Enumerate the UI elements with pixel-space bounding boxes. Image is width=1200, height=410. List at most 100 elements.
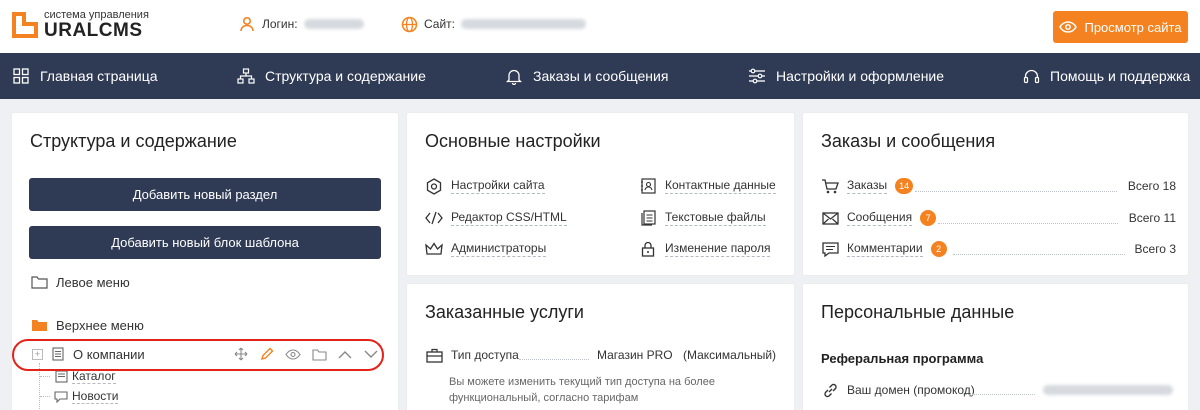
tree-connector [40,375,50,377]
highlight-oval [12,339,384,371]
view-site-button[interactable]: Просмотр сайта [1053,11,1188,43]
referral-domain-row: Ваш домен (промокод) [821,381,975,399]
nav-label: Главная страница [40,68,158,84]
link-change-password[interactable]: Изменение пароля [639,240,771,258]
link-css-editor[interactable]: Редактор CSS/HTML [425,209,567,227]
referral-title: Реферальная программа [821,351,984,366]
access-type-value: Магазин PRO [597,348,673,362]
orders-label: Заказы [847,178,888,194]
logo-mark-icon [12,8,38,42]
comments-badge: 2 [930,241,947,257]
nav-item-home[interactable]: Главная страница [12,53,158,99]
view-site-label: Просмотр сайта [1084,19,1182,35]
access-type-row: Тип доступа [425,346,519,364]
link-label: Настройки сайта [451,178,545,194]
messages-badge: 7 [920,210,937,226]
messages-row[interactable]: Сообщения 7 [821,209,937,227]
crown-icon [425,240,443,258]
text-file-icon [639,209,657,227]
site-label: Сайт: [424,17,456,31]
services-card: Заказанные услуги Тип доступа Магазин PR… [407,284,794,410]
contact-card-icon [639,177,657,195]
access-description-line2: функциональный, согласно тарифам [449,392,639,404]
grid-icon [12,67,30,85]
link-label: Изменение пароля [665,241,771,257]
sitemap-icon [237,67,255,85]
dotted-leader [938,223,1118,224]
tree-connector [40,395,50,397]
briefcase-icon [425,346,443,364]
link-label: Текстовые файлы [665,210,766,226]
orders-total: Всего 18 [1127,179,1176,193]
access-description-line1: Вы можете изменить текущий тип доступа н… [449,376,715,388]
orders-badge: 14 [895,178,914,194]
nav-label: Структура и содержание [265,68,426,84]
chat-icon [54,387,68,405]
nav-label: Заказы и сообщения [533,68,669,84]
nav-label: Настройки и оформление [776,68,945,84]
lock-icon [639,240,657,258]
link-contacts[interactable]: Контактные данные [639,177,776,195]
link-text-files[interactable]: Текстовые файлы [639,209,766,227]
comment-icon [821,240,839,258]
orders-title: Заказы и сообщения [821,131,996,151]
site-info: Сайт: [400,15,587,33]
nav-item-structure[interactable]: Структура и содержание [237,53,426,99]
left-menu-label: Левое меню [56,274,130,290]
cart-icon [821,177,839,195]
dotted-leader [965,394,1035,395]
nav-item-help[interactable]: Помощь и поддержка [1022,53,1190,99]
services-title: Заказанные услуги [425,302,584,322]
left-menu-row[interactable]: Левое меню [30,273,130,291]
dotted-leader [519,359,589,360]
messages-total: Всего 11 [1128,211,1176,225]
personal-title: Персональные данные [821,302,1015,322]
eye-icon [1059,18,1078,36]
link-admins[interactable]: Администраторы [425,240,547,258]
comments-total: Всего 3 [1134,242,1176,256]
settings-card: Основные настройки Настройки сайта Редак… [407,113,794,275]
link-label: Администраторы [451,241,547,257]
dotted-leader [953,254,1125,255]
code-icon [425,209,443,227]
site-value-hidden[interactable] [461,19,587,29]
bell-icon [505,67,523,85]
structure-title: Структура и содержание [30,131,237,151]
dotted-leader [915,191,1117,192]
access-type-note: (Максимальный) [683,348,777,362]
folder-outline-icon [30,273,48,291]
orders-card: Заказы и сообщения Заказы 14 Всего 18 Со… [803,113,1188,275]
nav-item-settings[interactable]: Настройки и оформление [748,53,944,99]
headset-icon [1022,67,1040,85]
top-menu-row[interactable]: Верхнее меню [30,316,144,334]
personal-card: Персональные данные Реферальная программ… [803,284,1188,410]
messages-label: Сообщения [847,210,913,226]
folder-open-icon [30,316,48,334]
add-template-block-button[interactable]: Добавить новый блок шаблона [29,226,381,259]
access-type-label: Тип доступа [451,348,519,362]
top-menu-label: Верхнее меню [56,317,144,333]
globe-icon [400,15,418,33]
login-info: Логин: [238,15,364,33]
nav-label: Помощь и поддержка [1050,68,1191,84]
link-icon [821,381,839,399]
tree-item-label: Новости [72,388,119,404]
tree-item-news[interactable]: Новости [40,387,119,405]
nav-item-orders[interactable]: Заказы и сообщения [505,53,668,99]
link-label: Контактные данные [665,178,776,194]
comments-label: Комментарии [847,241,923,257]
referral-domain-label: Ваш домен (промокод) [847,383,975,397]
logo[interactable]: система управления URALCMS [12,8,149,42]
promo-code-hidden [1043,385,1173,395]
login-label: Логин: [262,17,298,31]
logo-title: URALCMS [44,20,143,41]
comments-row[interactable]: Комментарии 2 [821,240,947,258]
link-site-settings[interactable]: Настройки сайта [425,177,545,195]
main-nav: Главная страница Структура и содержание … [0,53,1200,99]
sliders-icon [748,67,766,85]
orders-row[interactable]: Заказы 14 [821,177,914,195]
add-section-button[interactable]: Добавить новый раздел [29,178,381,211]
link-label: Редактор CSS/HTML [451,210,567,226]
header: система управления URALCMS Логин: Сайт: … [0,0,1200,53]
hexagon-settings-icon [425,177,443,195]
